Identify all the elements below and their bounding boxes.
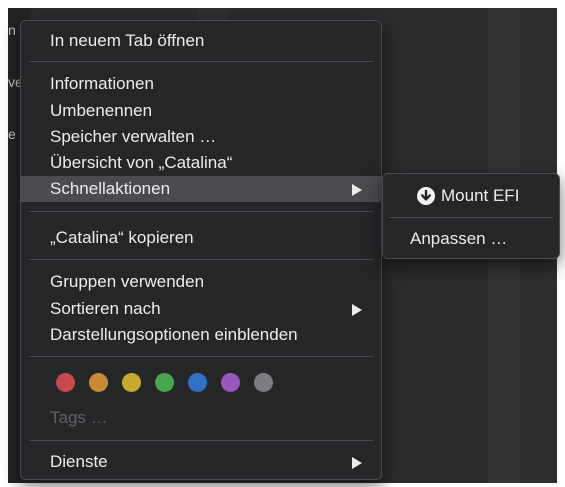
tags-placeholder[interactable]: Tags …	[50, 405, 108, 431]
menu-item-services[interactable]: Dienste	[21, 449, 381, 475]
menu-item-label: Darstellungsoptionen einblenden	[50, 325, 298, 344]
menu-item-quick-look[interactable]: Übersicht von „Catalina“	[21, 150, 381, 176]
context-menu: In neuem Tab öffnen Informationen Umbene…	[20, 20, 382, 480]
menu-item-copy[interactable]: „Catalina“ kopieren	[21, 225, 381, 251]
menu-separator	[29, 440, 373, 441]
menu-item-label: Gruppen verwenden	[50, 272, 205, 291]
menu-separator	[29, 259, 373, 260]
tag-color-gray[interactable]	[254, 373, 273, 392]
background-text-fragment: e	[8, 126, 16, 142]
menu-item-label: Sortieren nach	[50, 299, 161, 318]
submenu-item-label: Anpassen …	[410, 229, 508, 248]
tag-color-red[interactable]	[56, 373, 75, 392]
menu-separator	[29, 211, 373, 212]
menu-item-label: Umbenennen	[50, 101, 153, 120]
tag-color-yellow[interactable]	[122, 373, 141, 392]
tag-color-purple[interactable]	[221, 373, 240, 392]
submenu-arrow-icon	[352, 304, 362, 316]
tag-color-orange[interactable]	[89, 373, 108, 392]
submenu-item-label: Mount EFI	[441, 186, 520, 205]
menu-separator	[389, 217, 553, 218]
menu-item-label: Schnellaktionen	[50, 179, 171, 198]
menu-separator	[29, 356, 373, 357]
tag-color-green[interactable]	[155, 373, 174, 392]
menu-item-label: Informationen	[50, 74, 154, 93]
menu-item-label: Speicher verwalten …	[50, 127, 217, 146]
menu-item-label: In neuem Tab öffnen	[50, 31, 205, 50]
menu-item-get-info[interactable]: Informationen	[21, 71, 381, 97]
menu-item-sort-by[interactable]: Sortieren nach	[21, 296, 381, 322]
menu-item-label: Dienste	[50, 452, 108, 471]
menu-item-open-in-new-tab[interactable]: In neuem Tab öffnen	[21, 28, 381, 54]
download-circle-icon	[417, 187, 435, 205]
menu-item-label: Übersicht von „Catalina“	[50, 153, 233, 172]
submenu-arrow-icon	[352, 457, 362, 469]
submenu-arrow-icon	[352, 184, 362, 196]
menu-item-quick-actions[interactable]: Schnellaktionen	[21, 176, 381, 202]
submenu-item-mount-efi[interactable]: Mount EFI	[383, 181, 559, 211]
menu-item-rename[interactable]: Umbenennen	[21, 98, 381, 124]
submenu-item-customize[interactable]: Anpassen …	[383, 224, 559, 254]
menu-item-use-groups[interactable]: Gruppen verwenden	[21, 269, 381, 295]
tag-color-blue[interactable]	[188, 373, 207, 392]
menu-item-manage-storage[interactable]: Speicher verwalten …	[21, 124, 381, 150]
menu-item-label: „Catalina“ kopieren	[50, 228, 194, 247]
menu-item-show-view-options[interactable]: Darstellungsoptionen einblenden	[21, 322, 381, 348]
quick-actions-submenu: Mount EFI Anpassen …	[382, 173, 560, 259]
background-text-fragment: n	[8, 22, 16, 38]
menu-separator	[29, 61, 373, 62]
